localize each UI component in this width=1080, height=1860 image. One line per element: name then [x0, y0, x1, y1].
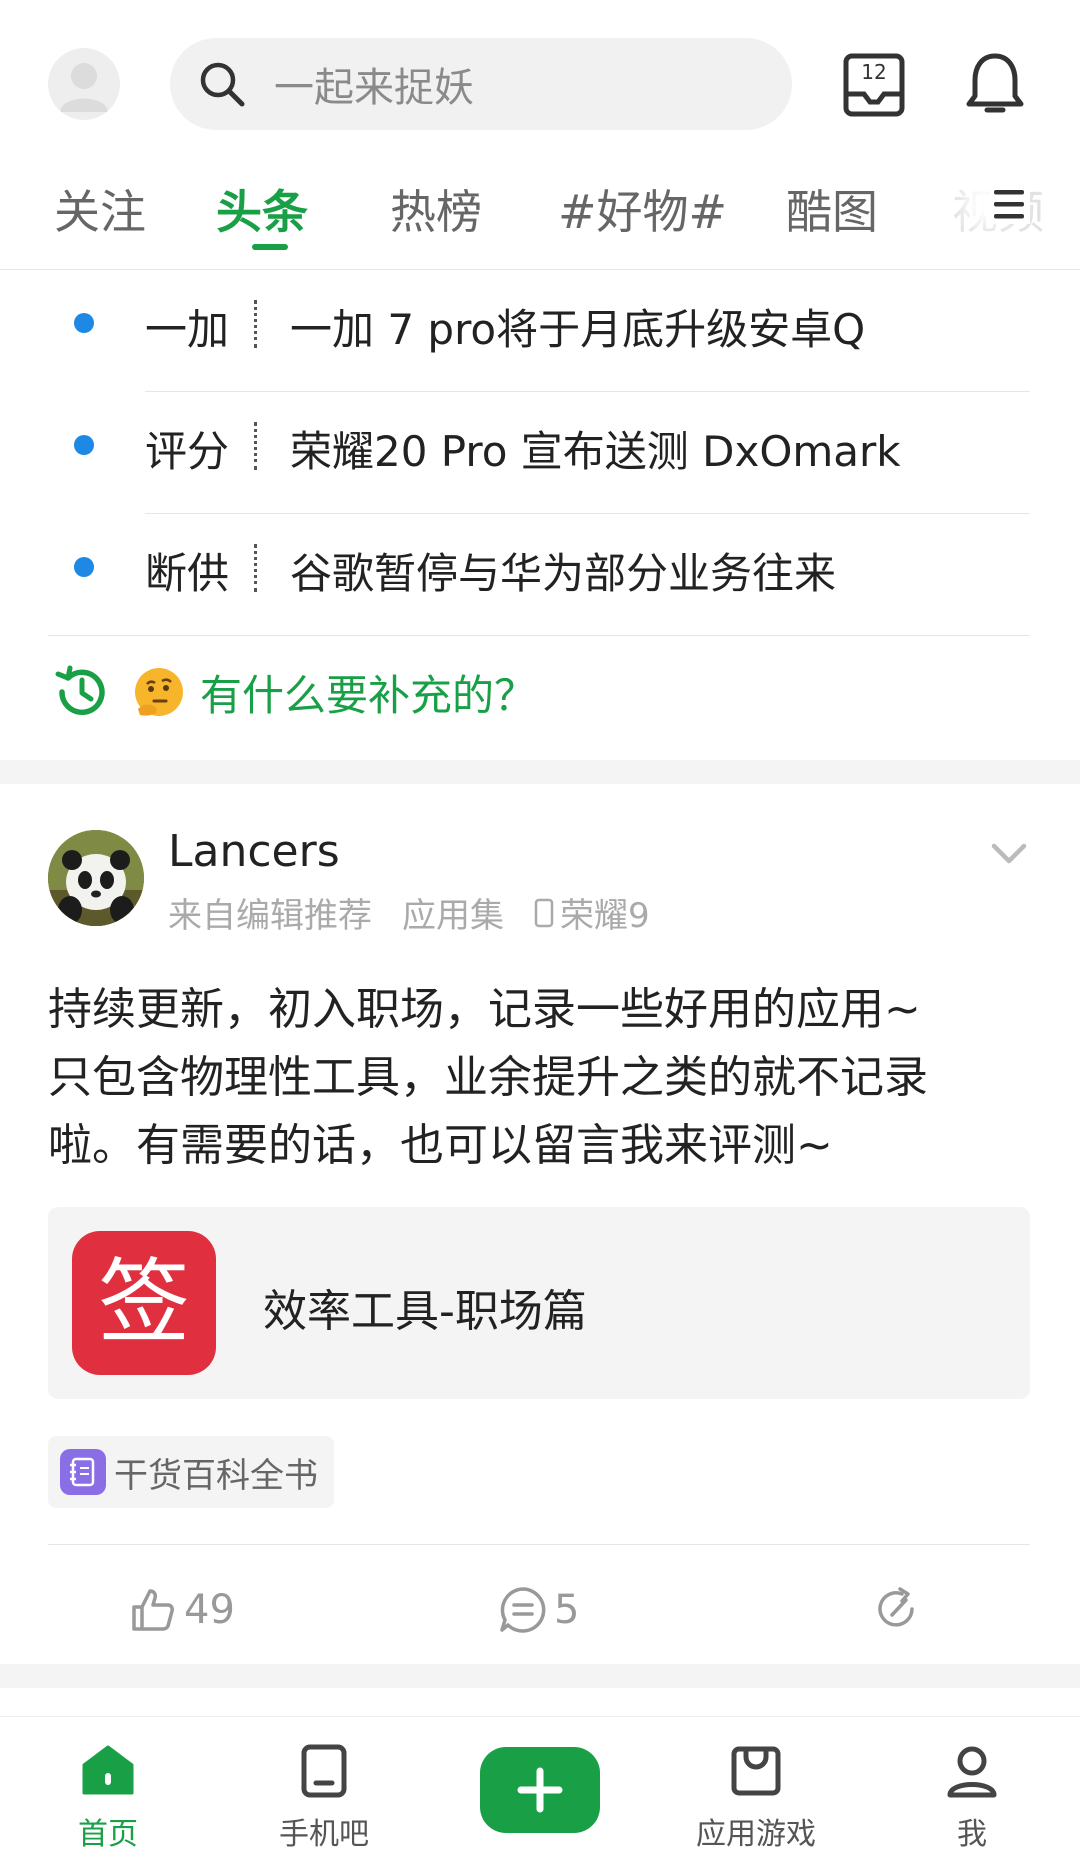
device-icon: [534, 898, 554, 927]
notebook-icon: [60, 1449, 106, 1495]
history-icon: [55, 665, 105, 715]
tab-cool-pics[interactable]: 酷图: [786, 176, 878, 242]
user-avatar[interactable]: [48, 48, 120, 120]
post-actions: 49 5: [0, 1580, 1080, 1640]
panda-avatar-icon: [48, 830, 144, 926]
tab-hot-list[interactable]: 热榜: [390, 176, 482, 242]
search-placeholder: 一起来捉妖: [274, 65, 474, 111]
share-icon: [878, 1587, 914, 1627]
tab-good-things[interactable]: #好物#: [558, 176, 727, 242]
collection-title: 效率工具-职场篇: [263, 1286, 587, 1337]
post-body-line: 啦。有需要的话，也可以留言我来评测~: [48, 1120, 833, 1171]
post-username[interactable]: Lancers: [168, 826, 340, 877]
nav-label: 首页: [78, 1817, 138, 1852]
bullet-dot: [74, 557, 94, 577]
separator: [254, 300, 257, 348]
nav-label: 我: [957, 1817, 987, 1852]
thinking-face-icon: [135, 668, 183, 716]
comment-button[interactable]: 5: [498, 1580, 579, 1640]
tab-follow[interactable]: 关注: [54, 176, 146, 242]
supplement-prompt[interactable]: 有什么要补充的？: [52, 660, 536, 724]
headline-title: 一加 7 pro将于月底升级安卓Q: [290, 305, 866, 354]
search-bar[interactable]: 一起来捉妖: [170, 38, 792, 130]
post-source: 来自编辑推荐: [168, 896, 372, 936]
post-device: 荣耀9: [560, 896, 650, 936]
nav-phone-forum[interactable]: 手机吧: [244, 1717, 404, 1860]
user-icon: [947, 1746, 997, 1798]
bullet-dot: [74, 435, 94, 455]
bottom-navigation: 首页 手机吧 应用游戏 我: [0, 1716, 1080, 1860]
post-meta: 来自编辑推荐 应用集 荣耀9: [168, 888, 680, 937]
headline-item[interactable]: 评分 荣耀20 Pro 宣布送测 DxOmark: [0, 392, 1080, 514]
separator: [254, 422, 257, 470]
active-tab-indicator: [252, 244, 288, 250]
app-collection-card[interactable]: 签 效率工具-职场篇: [48, 1207, 1030, 1399]
topic-tag[interactable]: 干货百科全书: [48, 1436, 334, 1508]
headline-item[interactable]: 断供 谷歌暂停与华为部分业务往来: [0, 514, 1080, 636]
bullet-dot: [74, 313, 94, 333]
comment-count: 5: [554, 1587, 580, 1633]
nav-me[interactable]: 我: [892, 1717, 1052, 1860]
like-button[interactable]: 49: [128, 1580, 235, 1640]
tab-headlines[interactable]: 头条: [216, 176, 308, 242]
headline-title: 谷歌暂停与华为部分业务往来: [290, 549, 837, 598]
plus-icon: [517, 1767, 563, 1813]
thumbs-up-icon: [132, 1589, 174, 1631]
nav-home[interactable]: 首页: [28, 1717, 188, 1860]
nav-label: 应用游戏: [696, 1817, 816, 1852]
post-category[interactable]: 应用集: [402, 888, 504, 937]
divider: [48, 635, 1030, 636]
post-body-line: 持续更新，初入职场，记录一些好用的应用~: [48, 984, 921, 1035]
search-icon: [200, 62, 245, 107]
headline-item[interactable]: 一加 一加 7 pro将于月底升级安卓Q: [0, 270, 1080, 392]
post-body-line: 只包含物理性工具，业余提升之类的就不记录: [48, 1052, 928, 1103]
tab-menu-button[interactable]: [990, 184, 1030, 224]
supplement-text: 有什么要补充的？: [200, 670, 537, 720]
headline-tag: 评分: [145, 427, 230, 476]
phone-icon: [301, 1744, 347, 1798]
menu-icon: [994, 190, 1024, 219]
post-author-avatar[interactable]: [48, 830, 144, 926]
create-post-button[interactable]: [480, 1747, 600, 1833]
post-body[interactable]: 持续更新，初入职场，记录一些好用的应用~ 只包含物理性工具，业余提升之类的就不记…: [48, 976, 1038, 1180]
comment-icon: [500, 1587, 546, 1633]
section-gap: [0, 760, 1080, 784]
separator: [254, 544, 257, 592]
divider: [48, 1544, 1030, 1545]
collection-icon: 签: [72, 1231, 216, 1375]
headline-tag: 一加: [145, 305, 230, 354]
avatar-placeholder-icon: [60, 63, 108, 112]
nav-label: 手机吧: [279, 1817, 369, 1852]
category-tabs: 关注 头条 热榜 #好物# 酷图 视频: [0, 160, 1080, 270]
headline-title: 荣耀20 Pro 宣布送测 DxOmark: [290, 427, 901, 476]
nav-apps-games[interactable]: 应用游戏: [676, 1717, 836, 1860]
calendar-day: 12: [861, 60, 887, 84]
bell-icon: [966, 53, 1024, 113]
bag-icon: [731, 1746, 781, 1796]
like-count: 49: [184, 1587, 235, 1633]
chevron-down-icon: [991, 843, 1027, 864]
top-bar: 一起来捉妖 12: [0, 0, 1080, 160]
post-more-button[interactable]: [990, 842, 1028, 866]
calendar-button[interactable]: 12: [842, 50, 906, 120]
topic-text: 干货百科全书: [114, 1455, 318, 1496]
headline-tag: 断供: [145, 549, 230, 598]
notifications-button[interactable]: [963, 50, 1027, 120]
home-icon: [82, 1745, 134, 1795]
section-gap: [0, 1664, 1080, 1688]
share-button[interactable]: [872, 1580, 928, 1640]
